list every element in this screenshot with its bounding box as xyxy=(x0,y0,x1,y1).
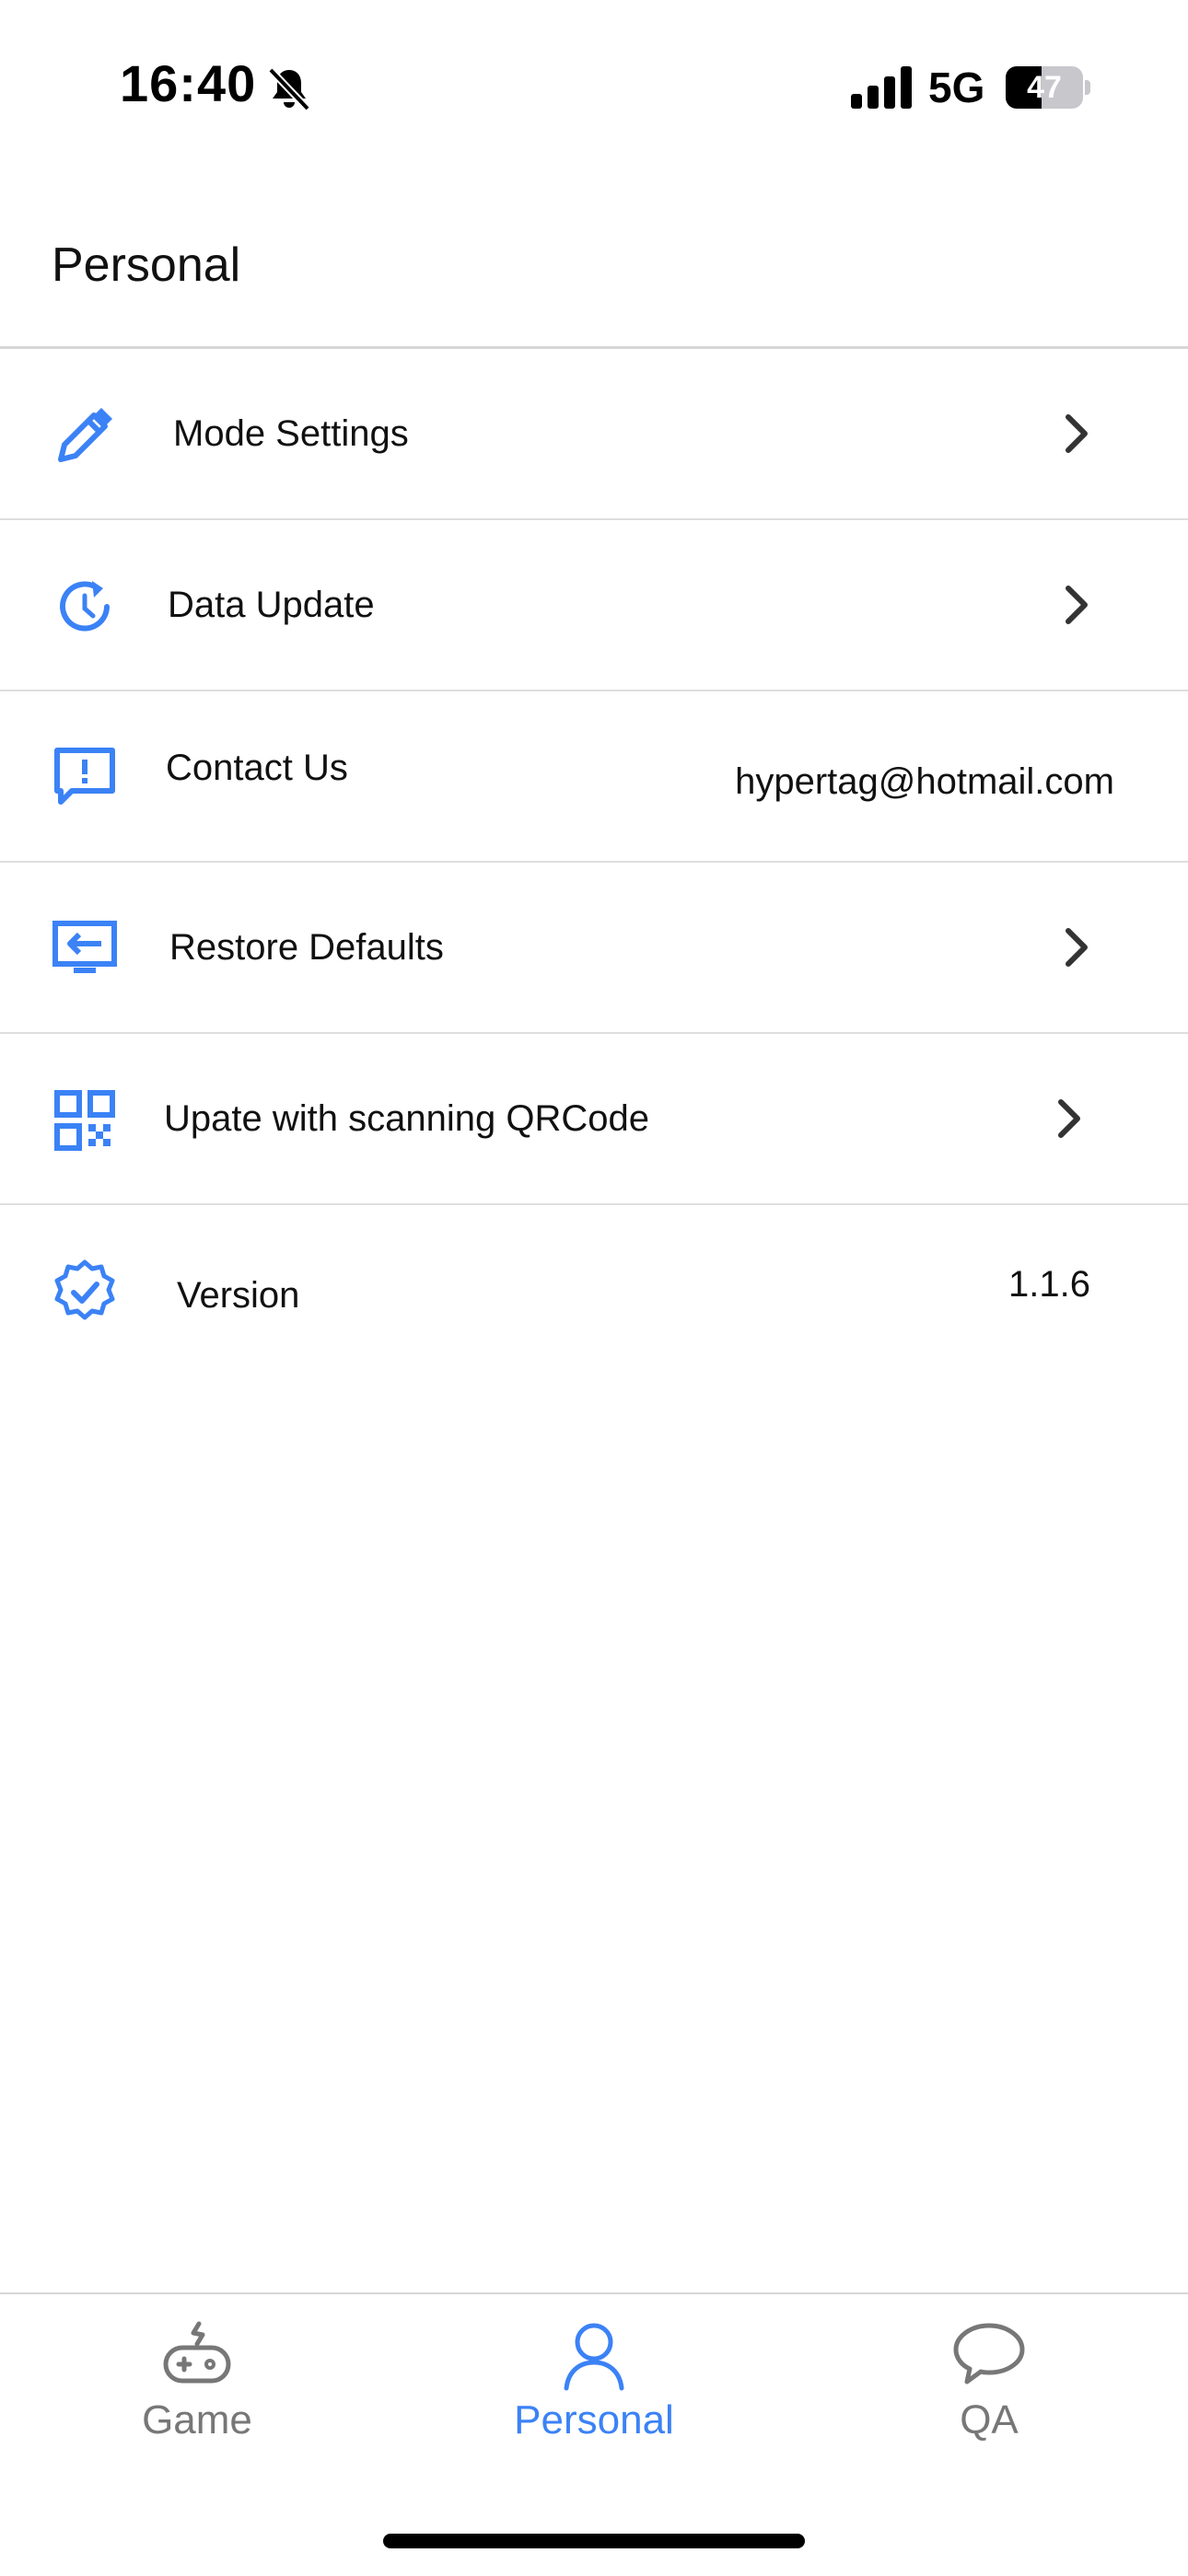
scan-qrcode-label: Upate with scanning QRCode xyxy=(164,1098,649,1139)
contact-us-row[interactable]: Contact Us hypertag@hotmail.com xyxy=(0,691,1188,863)
home-indicator xyxy=(383,2534,805,2548)
version-number: 1.1.6 xyxy=(1008,1264,1090,1305)
tab-game-label: Game xyxy=(142,2397,252,2443)
data-update-label: Data Update xyxy=(168,585,375,625)
mode-settings-row[interactable]: Mode Settings xyxy=(0,349,1188,520)
battery-percentage: 47 xyxy=(1027,70,1062,105)
restore-defaults-row[interactable]: Restore Defaults xyxy=(0,863,1188,1034)
chevron-right-icon xyxy=(1066,414,1088,453)
scan-qrcode-row[interactable]: Upate with scanning QRCode xyxy=(0,1034,1188,1205)
feedback-icon xyxy=(54,748,115,805)
version-label: Version xyxy=(177,1275,300,1316)
person-icon xyxy=(564,2323,624,2391)
status-time: 16:40 xyxy=(120,54,257,112)
bell-muted-icon xyxy=(268,67,310,111)
page-title: Personal xyxy=(52,238,241,292)
tab-personal[interactable]: Personal xyxy=(456,2294,732,2478)
chevron-right-icon xyxy=(1066,928,1088,967)
settings-list: Mode Settings Data Update Contact Us hyp… xyxy=(0,349,1188,1375)
verified-badge-icon xyxy=(54,1259,115,1320)
chevron-right-icon xyxy=(1066,586,1088,624)
restore-defaults-label: Restore Defaults xyxy=(169,927,444,968)
tab-qa-label: QA xyxy=(960,2397,1019,2443)
tab-qa[interactable]: QA xyxy=(851,2294,1127,2478)
version-row: Version 1.1.6 xyxy=(0,1205,1188,1375)
data-update-row[interactable]: Data Update xyxy=(0,520,1188,691)
pencil-icon xyxy=(58,408,112,462)
status-bar: 16:40 5G 47 xyxy=(0,0,1188,175)
tab-personal-label: Personal xyxy=(514,2397,674,2443)
chat-bubble-icon xyxy=(953,2323,1025,2385)
chevron-right-icon xyxy=(1058,1099,1080,1138)
tab-game[interactable]: Game xyxy=(59,2294,335,2478)
mode-settings-label: Mode Settings xyxy=(173,413,409,454)
network-type: 5G xyxy=(928,64,985,111)
qrcode-icon xyxy=(54,1090,115,1151)
restore-screen-icon xyxy=(52,921,117,973)
cellular-signal-icon xyxy=(851,66,912,109)
battery-indicator: 47 xyxy=(1006,66,1090,109)
gamepad-icon xyxy=(163,2321,231,2384)
history-icon xyxy=(60,581,110,632)
contact-us-label: Contact Us xyxy=(166,748,348,788)
contact-email[interactable]: hypertag@hotmail.com xyxy=(735,691,1114,861)
